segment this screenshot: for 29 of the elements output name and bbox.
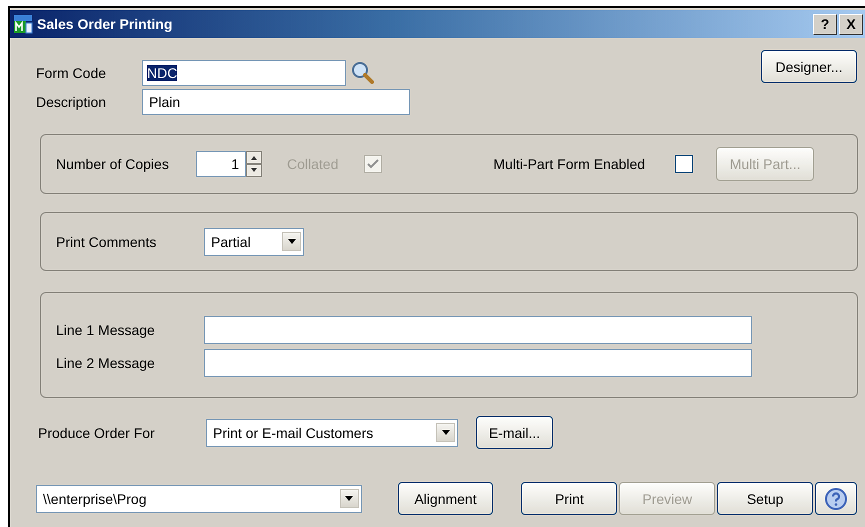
spinner-arrows-icon[interactable] — [246, 151, 262, 177]
field-label: Print Comments — [55, 234, 158, 250]
message-field[interactable] — [204, 316, 752, 344]
help-button[interactable]: ? — [813, 14, 837, 34]
print-comments-dropdown[interactable]: Partial — [204, 228, 304, 256]
window-title: Sales Order Printing — [37, 16, 172, 32]
email-button[interactable]: E-mail... — [476, 416, 553, 449]
form-code-field[interactable]: NDC — [142, 60, 346, 86]
copies-field[interactable]: 1 — [196, 151, 246, 177]
dialog-button[interactable]: Setup — [717, 482, 814, 515]
message-field[interactable] — [204, 348, 752, 376]
close-button[interactable]: X — [839, 14, 863, 34]
field-label: Description — [36, 94, 108, 110]
dialog-button[interactable]: Alignment — [398, 482, 494, 515]
help-icon[interactable] — [815, 482, 858, 515]
field-label: Line 1 Message — [55, 322, 156, 338]
field-label: Form Code — [36, 65, 108, 81]
field-label: Produce Order For — [37, 424, 156, 440]
produce-order-dropdown[interactable]: Print or E-mail Customers — [206, 418, 458, 446]
designer-button[interactable]: Designer... — [761, 50, 857, 83]
field-label: Number of Copies — [55, 156, 170, 172]
checkbox-label: Multi-Part Form Enabled — [493, 156, 646, 172]
field-label: Line 2 Message — [55, 354, 156, 370]
app-icon — [13, 14, 33, 34]
multi-part-checkbox[interactable] — [675, 155, 694, 173]
printer-dropdown[interactable]: \\enterprise\Prog — [36, 484, 362, 512]
description-field[interactable]: Plain — [142, 89, 410, 115]
search-icon[interactable] — [350, 60, 376, 86]
dialog-button[interactable]: Print — [521, 482, 618, 515]
